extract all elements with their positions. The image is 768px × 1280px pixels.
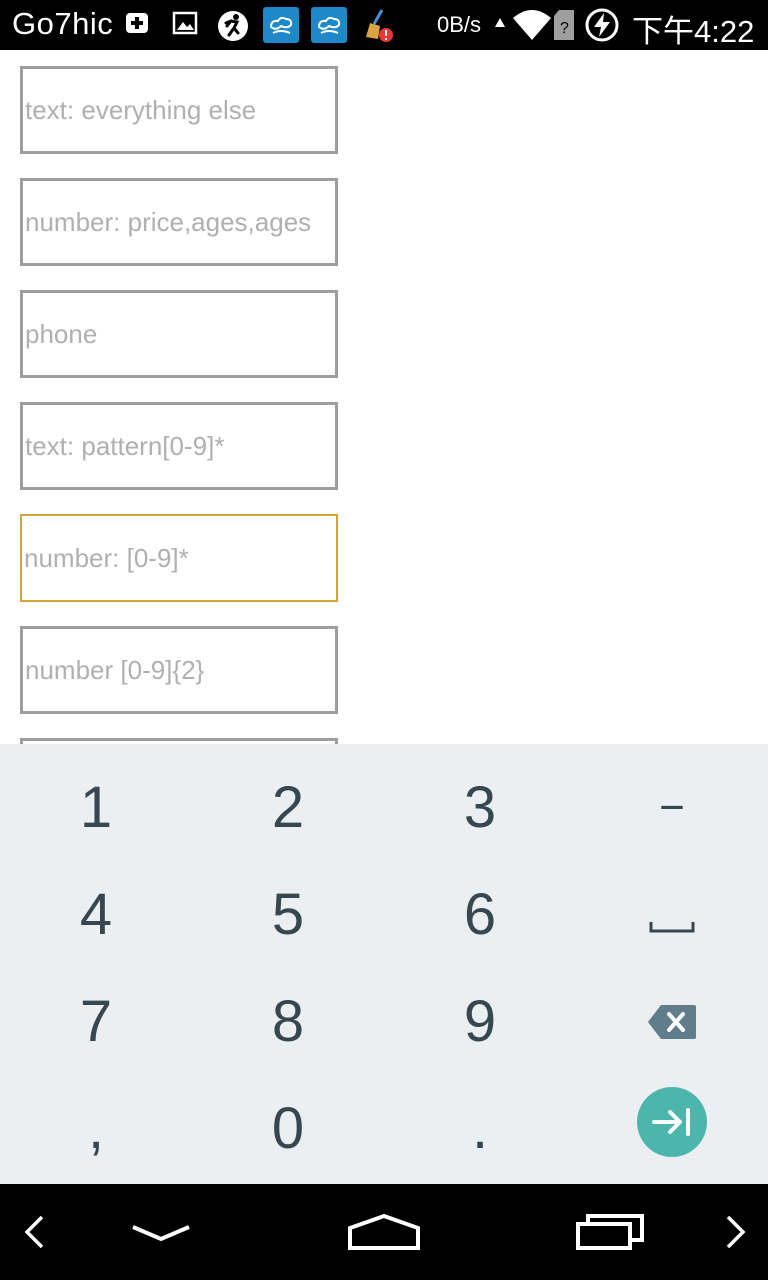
key-0[interactable]: 0 xyxy=(192,1075,384,1182)
key-2[interactable]: 2 xyxy=(192,754,384,861)
key-label: 9 xyxy=(463,989,497,1054)
key-minus[interactable]: − xyxy=(576,754,768,861)
number-price-input[interactable] xyxy=(25,181,335,263)
home-icon[interactable] xyxy=(344,1202,424,1262)
key-label: . xyxy=(471,1096,489,1161)
add-box-icon xyxy=(124,9,156,41)
upload-arrow-icon xyxy=(494,16,508,48)
key-6[interactable]: 6 xyxy=(384,861,576,968)
forward-arrow-icon[interactable] xyxy=(716,1202,756,1262)
phone-input[interactable] xyxy=(25,293,335,375)
key-label: , xyxy=(87,1096,105,1161)
key-backspace[interactable] xyxy=(576,968,768,1075)
key-7[interactable]: 7 xyxy=(0,968,192,1075)
key-9[interactable]: 9 xyxy=(384,968,576,1075)
key-next[interactable] xyxy=(576,1068,768,1175)
backspace-icon xyxy=(647,988,697,1055)
key-label: 3 xyxy=(463,775,497,840)
text-field[interactable] xyxy=(20,66,338,154)
number-two-digit-input[interactable] xyxy=(25,629,335,711)
running-man-icon xyxy=(216,9,248,41)
battery-charging-icon xyxy=(584,7,620,43)
number-price-field[interactable] xyxy=(20,178,338,266)
weather-cloud-icon xyxy=(263,7,299,43)
number-pattern-input[interactable] xyxy=(24,516,334,600)
key-8[interactable]: 8 xyxy=(192,968,384,1075)
space-icon xyxy=(649,881,695,948)
key-label: 0 xyxy=(271,1096,305,1161)
image-icon xyxy=(171,9,203,41)
navigation-bar xyxy=(0,1184,768,1280)
key-label: 5 xyxy=(271,882,305,947)
key-1[interactable]: 1 xyxy=(0,754,192,861)
key-label: 8 xyxy=(271,989,305,1054)
numeric-keyboard: 1 2 3 − 4 5 6 7 8 9 , 0 . xyxy=(0,744,768,1184)
key-label: 6 xyxy=(463,882,497,947)
status-bar: Go7hic 0B/s ? 下午4:22 xyxy=(0,0,768,50)
key-space[interactable] xyxy=(576,861,768,968)
sim-card-icon: ? xyxy=(552,8,576,42)
weather-cloud-icon xyxy=(311,7,347,43)
net-speed: 0B/s xyxy=(437,12,482,37)
cleaner-broom-icon xyxy=(360,7,396,43)
key-label: − xyxy=(659,782,685,832)
number-pattern-field[interactable] xyxy=(20,514,338,602)
number-two-digit-field[interactable] xyxy=(20,626,338,714)
key-period[interactable]: . xyxy=(384,1075,576,1182)
next-field-icon xyxy=(637,1086,707,1157)
key-5[interactable]: 5 xyxy=(192,861,384,968)
text-pattern-input[interactable] xyxy=(25,405,335,487)
text-pattern-field[interactable] xyxy=(20,402,338,490)
key-label: 7 xyxy=(79,989,113,1054)
wifi-icon xyxy=(512,8,552,42)
recents-icon[interactable] xyxy=(572,1202,648,1262)
hide-keyboard-icon[interactable] xyxy=(126,1202,196,1262)
back-arrow-icon[interactable] xyxy=(14,1202,54,1262)
key-comma[interactable]: , xyxy=(0,1075,192,1182)
text-input[interactable] xyxy=(25,69,335,151)
phone-field[interactable] xyxy=(20,290,338,378)
key-label: 4 xyxy=(79,882,113,947)
key-4[interactable]: 4 xyxy=(0,861,192,968)
svg-text:?: ? xyxy=(560,20,569,37)
key-label: 1 xyxy=(79,775,113,840)
key-3[interactable]: 3 xyxy=(384,754,576,861)
clock: 下午4:22 xyxy=(632,14,755,49)
carrier-label: Go7hic xyxy=(12,6,114,41)
key-label: 2 xyxy=(271,775,305,840)
